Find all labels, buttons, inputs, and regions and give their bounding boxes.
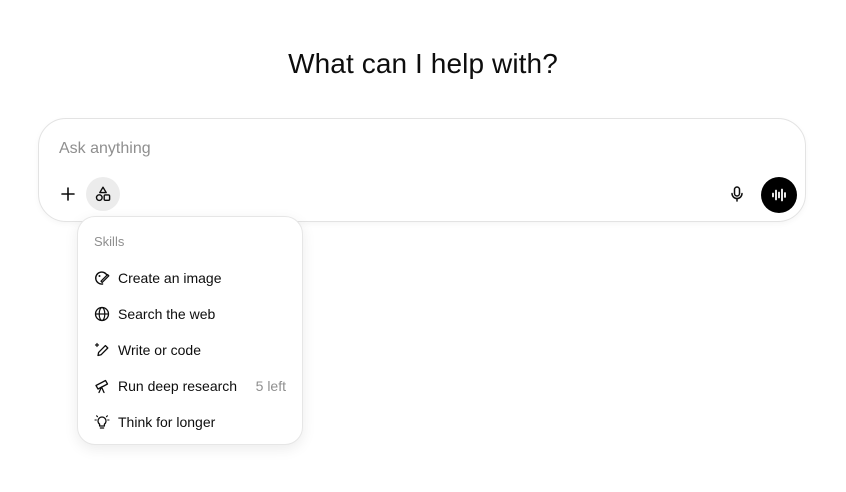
menu-item-think-longer[interactable]: Think for longer (86, 406, 294, 438)
page-title: What can I help with? (288, 48, 558, 79)
telescope-icon (94, 378, 110, 394)
globe-icon (94, 306, 110, 322)
pencil-sparkle-icon (94, 342, 110, 358)
composer (38, 118, 806, 222)
menu-item-deep-research[interactable]: Run deep research 5 left (86, 370, 294, 402)
voice-mode-button[interactable] (761, 177, 797, 213)
menu-item-write-code[interactable]: Write or code (86, 334, 294, 366)
menu-item-label: Write or code (118, 342, 201, 358)
skills-button[interactable] (86, 177, 120, 211)
menu-item-label: Think for longer (118, 414, 216, 430)
menu-item-label: Run deep research (118, 378, 238, 394)
research-remaining-count: 5 left (255, 378, 286, 394)
skills-menu: Skills Create an image Search the web Wr… (77, 216, 303, 445)
image-brush-icon (94, 270, 110, 286)
lightbulb-icon (94, 414, 110, 430)
dictate-button[interactable] (720, 177, 754, 211)
menu-item-create-image[interactable]: Create an image (86, 262, 294, 294)
voice-waveform-icon (770, 186, 788, 204)
skills-menu-header: Skills (94, 234, 125, 249)
chat-home: What can I help with? Ask anything Skill… (0, 0, 846, 492)
menu-item-label: Search the web (118, 306, 216, 322)
plus-icon (60, 186, 76, 202)
menu-item-search-web[interactable]: Search the web (86, 298, 294, 330)
add-attachment-button[interactable] (51, 177, 85, 211)
prompt-input[interactable] (59, 137, 659, 161)
menu-item-label: Create an image (118, 270, 222, 286)
shapes-icon (94, 185, 112, 203)
microphone-icon (728, 185, 746, 203)
